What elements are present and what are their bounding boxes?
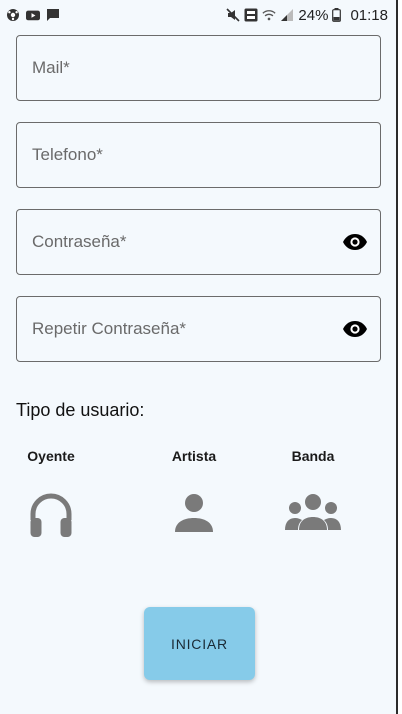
eye-icon[interactable] — [342, 229, 368, 255]
clock: 01:18 — [350, 6, 388, 24]
signal-icon — [280, 8, 294, 22]
user-type-title: Tipo de usuario: — [16, 400, 145, 420]
user-type-artista[interactable]: Artista — [149, 448, 239, 534]
volte-icon — [244, 8, 258, 22]
person-icon[interactable] — [149, 492, 239, 534]
mail-field[interactable]: Mail* — [16, 35, 381, 101]
user-type-oyente[interactable]: Oyente — [6, 448, 96, 538]
status-bar: 24% 01:18 — [0, 0, 396, 30]
user-type-label: Banda — [291, 448, 335, 464]
eye-icon[interactable] — [342, 316, 368, 342]
youtube-icon — [26, 8, 40, 22]
password-field[interactable]: Contraseña* — [16, 209, 381, 275]
password-field-label: Contraseña* — [32, 232, 127, 251]
user-type-label: Oyente — [27, 448, 75, 464]
mute-icon — [226, 8, 240, 22]
wifi-icon — [262, 8, 277, 22]
repeat-password-field[interactable]: Repetir Contraseña* — [16, 296, 381, 362]
battery-icon — [332, 8, 346, 22]
message-icon — [46, 8, 60, 22]
soccer-ball-icon — [6, 8, 20, 22]
headphones-icon[interactable] — [6, 492, 96, 538]
status-bar-right: 24% 01:18 — [226, 7, 396, 24]
status-bar-left — [0, 8, 60, 22]
phone-field-label: Telefono* — [32, 145, 103, 164]
phone-field[interactable]: Telefono* — [16, 122, 381, 188]
group-icon[interactable] — [268, 492, 358, 532]
repeat-password-field-label: Repetir Contraseña* — [32, 319, 187, 338]
user-type-label: Artista — [171, 448, 217, 464]
app-screen: 24% 01:18 Mail* Telefono* Contraseña* Re… — [0, 0, 398, 714]
mail-field-label: Mail* — [32, 58, 70, 77]
battery-percent: 24% — [298, 6, 329, 24]
start-button[interactable]: INICIAR — [144, 607, 255, 680]
user-type-banda[interactable]: Banda — [268, 448, 358, 532]
